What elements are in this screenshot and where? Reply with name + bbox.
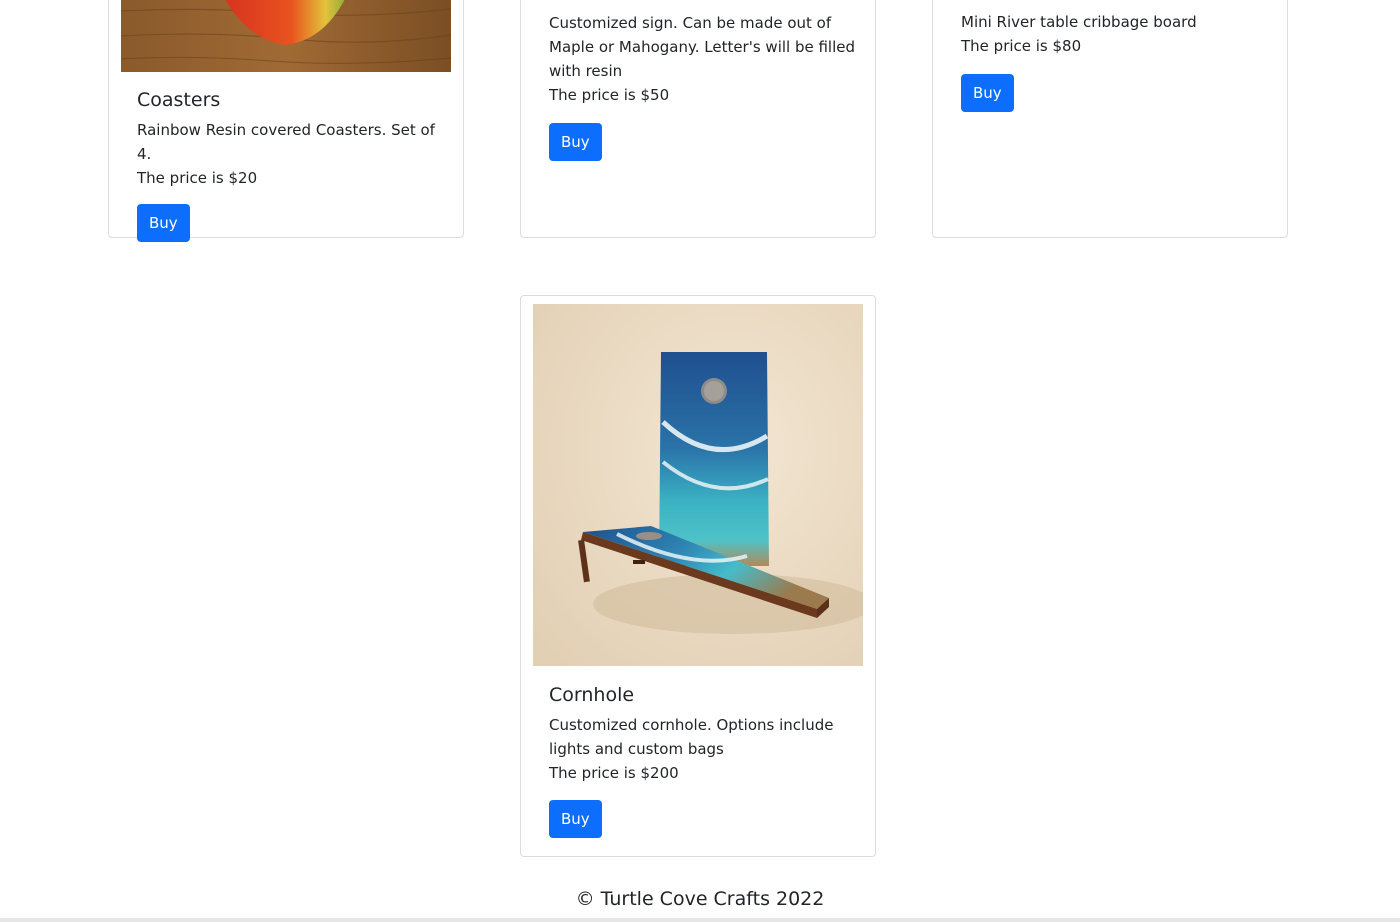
horizontal-scrollbar[interactable] — [0, 918, 1400, 922]
buy-button[interactable]: Buy — [137, 204, 190, 242]
product-description: Rainbow Resin covered Coasters. Set of 4… — [137, 121, 435, 163]
buy-button[interactable]: Buy — [549, 123, 602, 161]
buy-button[interactable]: Buy — [961, 74, 1014, 112]
buy-button[interactable]: Buy — [549, 800, 602, 838]
product-price: The price is $20 — [137, 169, 258, 187]
footer-copyright: © Turtle Cove Crafts 2022 — [575, 888, 825, 910]
product-card-cornhole: Cornhole Customized cornhole. Options in… — [520, 295, 876, 857]
product-description: Customized sign. Can be made out of Mapl… — [549, 14, 856, 80]
product-price: The price is $80 — [961, 37, 1082, 55]
product-card-coasters: Coasters Rainbow Resin covered Coasters.… — [108, 0, 464, 242]
cornhole-image — [533, 304, 863, 666]
product-card-cribbage: Mini River table cribbage board The pric… — [932, 0, 1288, 238]
coasters-image — [121, 0, 451, 72]
product-price: The price is $50 — [549, 86, 670, 104]
page: Coasters Rainbow Resin covered Coasters.… — [0, 0, 1400, 922]
product-price: The price is $200 — [549, 764, 679, 782]
product-title: Cornhole — [549, 684, 635, 706]
product-card-sign: Customized sign. Can be made out of Mapl… — [520, 0, 876, 238]
product-description: Customized cornhole. Options include lig… — [549, 716, 834, 758]
product-description: Mini River table cribbage board — [961, 13, 1197, 31]
product-title: Coasters — [137, 89, 221, 111]
